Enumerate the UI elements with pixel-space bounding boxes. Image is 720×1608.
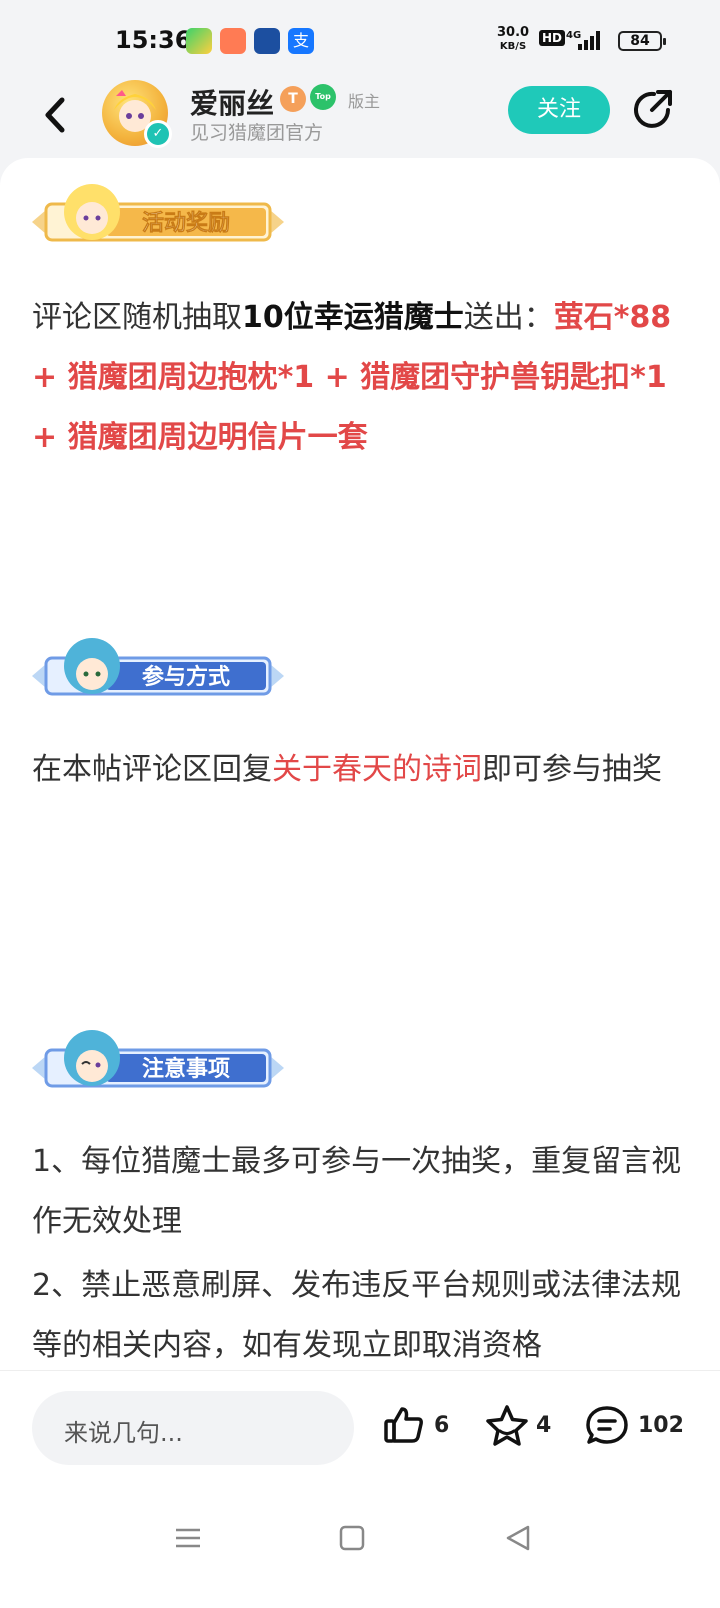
- svg-text:4G: 4G: [566, 30, 581, 41]
- notes-item-2: 2、禁止恶意刷屏、发布违反平台规则或法律法规等的相关内容，如有发现立即取消资格: [32, 1268, 682, 1363]
- how-banner-text: 参与方式: [142, 664, 230, 690]
- how-paragraph: 在本帖评论区回复关于春天的诗词即可参与抽奖: [32, 740, 682, 800]
- status-time: 15:36: [115, 26, 192, 54]
- notes-item-1: 1、每位猎魔士最多可参与一次抽奖，重复留言视作无效处理: [32, 1144, 682, 1239]
- comment-icon: [586, 1406, 628, 1444]
- hd-badge: HD: [539, 30, 566, 46]
- author-subtitle: 见习猎魔团官方: [190, 122, 324, 144]
- author-avatar[interactable]: ✓: [102, 80, 172, 148]
- reward-paragraph: 评论区随机抽取10位幸运猎魔士送出：萤石*88 + 猎魔团周边抱枕*1 + 猎魔…: [32, 288, 682, 468]
- menu-icon: [176, 1528, 200, 1548]
- comments-button[interactable]: 102: [584, 1403, 684, 1451]
- favorite-count: 4: [536, 1413, 552, 1438]
- bottom-action-bar: 来说几句... 6 4 102: [0, 1370, 720, 1489]
- comment-count: 102: [638, 1413, 684, 1438]
- follow-button[interactable]: 关注: [508, 86, 610, 134]
- like-button[interactable]: 6: [382, 1403, 452, 1451]
- back-triangle-icon: [506, 1525, 530, 1551]
- reward-mid: 送出：: [463, 300, 554, 335]
- share-icon: [634, 90, 672, 128]
- like-count: 6: [434, 1413, 450, 1438]
- home-nav-button[interactable]: [332, 1518, 372, 1558]
- top-badge: Top: [310, 84, 336, 110]
- reward-banner: 活动奖励: [32, 170, 284, 248]
- post-content: 活动奖励 评论区随机抽取10位幸运猎魔士送出：萤石*88 + 猎魔团周边抱枕*1…: [0, 158, 720, 1370]
- reward-banner-text: 活动奖励: [142, 210, 230, 236]
- reward-bold: 10位幸运猎魔士: [242, 300, 464, 335]
- favorite-button[interactable]: 4: [484, 1403, 554, 1451]
- share-button[interactable]: [628, 84, 678, 134]
- how-banner: 参与方式: [32, 628, 284, 706]
- notes-banner: 注意事项: [32, 1020, 284, 1098]
- comment-placeholder: 来说几句...: [64, 1419, 183, 1447]
- how-pre: 在本帖评论区回复: [32, 752, 272, 787]
- author-name[interactable]: 爱丽丝: [190, 82, 274, 122]
- post-header: ✓ 爱丽丝 T Top 版主 见习猎魔团官方 关注: [0, 80, 720, 160]
- video-app-icon: [186, 28, 212, 54]
- back-button[interactable]: [36, 90, 76, 140]
- level-badge: T: [280, 86, 306, 112]
- verified-icon: ✓: [144, 120, 172, 148]
- battery-indicator: 84: [618, 31, 666, 51]
- signal-icon: 4G: [566, 28, 610, 56]
- game-app-icon: [220, 28, 246, 54]
- comment-input[interactable]: 来说几句...: [32, 1391, 354, 1465]
- back-nav-button[interactable]: [498, 1518, 538, 1558]
- role-label: 版主: [348, 92, 381, 111]
- menu-nav-button[interactable]: [168, 1518, 208, 1558]
- reward-intro: 评论区随机抽取: [32, 300, 242, 335]
- alipay-icon: 支: [288, 28, 314, 54]
- thumbs-up-icon: [384, 1407, 423, 1443]
- chat-app-icon: [254, 28, 280, 54]
- how-highlight: 关于春天的诗词: [272, 752, 482, 787]
- notes-banner-text: 注意事项: [142, 1056, 230, 1082]
- net-speed: 30.0 KB/S: [497, 25, 530, 53]
- star-icon: [486, 1405, 528, 1446]
- system-nav-bar: [0, 1488, 720, 1608]
- status-bar: 15:36 支 30.0 KB/S HD 4G 84: [0, 0, 720, 80]
- chevron-left-icon: [45, 97, 65, 133]
- home-square-icon: [339, 1525, 365, 1551]
- how-post: 即可参与抽奖: [482, 752, 662, 787]
